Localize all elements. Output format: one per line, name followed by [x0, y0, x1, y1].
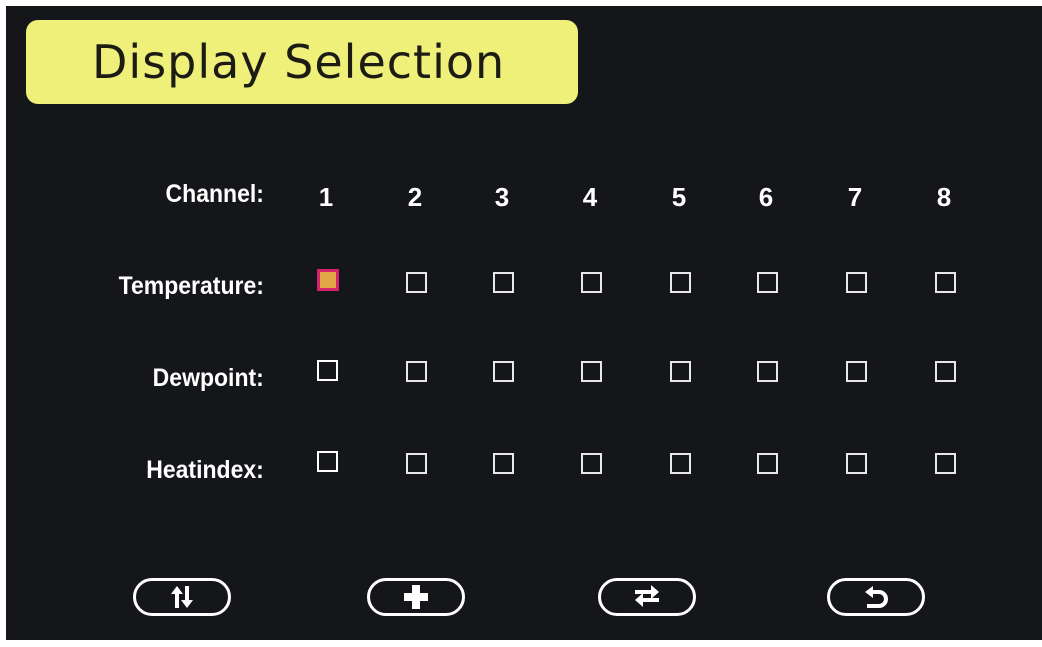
- channel-number: 1: [318, 182, 334, 212]
- temperature-channel-6-checkbox[interactable]: [757, 272, 778, 293]
- swap-button[interactable]: [598, 578, 696, 616]
- temperature-channel-8-checkbox[interactable]: [935, 272, 956, 293]
- temperature-channel-2-checkbox[interactable]: [406, 272, 427, 293]
- return-button[interactable]: [827, 578, 925, 616]
- temperature-channel-7-checkbox[interactable]: [846, 272, 867, 293]
- heatindex-channel-4-checkbox[interactable]: [581, 453, 602, 474]
- up-down-arrows-icon: [167, 584, 197, 610]
- add-button[interactable]: [367, 578, 465, 616]
- dewpoint-channel-3-checkbox[interactable]: [493, 361, 514, 382]
- dewpoint-channel-6-checkbox[interactable]: [757, 361, 778, 382]
- swap-arrows-icon: [631, 585, 663, 609]
- return-arrow-icon: [861, 584, 891, 610]
- dewpoint-channel-7-checkbox[interactable]: [846, 361, 867, 382]
- channel-number: 5: [671, 182, 687, 212]
- channel-number: 2: [407, 182, 423, 212]
- channel-number: 3: [494, 182, 510, 212]
- display-selection-screen: Display Selection Channel: 1 2 3 4 5 6 7…: [6, 6, 1042, 640]
- heatindex-channel-8-checkbox[interactable]: [935, 453, 956, 474]
- heatindex-channel-2-checkbox[interactable]: [406, 453, 427, 474]
- channel-number: 6: [758, 182, 774, 212]
- dewpoint-channel-8-checkbox[interactable]: [935, 361, 956, 382]
- temperature-channel-1-checkbox[interactable]: [317, 269, 339, 291]
- dewpoint-channel-4-checkbox[interactable]: [581, 361, 602, 382]
- channel-number: 4: [582, 182, 598, 212]
- navigate-button[interactable]: [133, 578, 231, 616]
- row-label-heatindex: Heatindex:: [146, 456, 264, 484]
- temperature-channel-4-checkbox[interactable]: [581, 272, 602, 293]
- heatindex-channel-1-checkbox[interactable]: [317, 451, 338, 472]
- temperature-channel-3-checkbox[interactable]: [493, 272, 514, 293]
- dewpoint-channel-5-checkbox[interactable]: [670, 361, 691, 382]
- heatindex-channel-3-checkbox[interactable]: [493, 453, 514, 474]
- row-label-dewpoint: Dewpoint:: [152, 364, 264, 392]
- heatindex-channel-5-checkbox[interactable]: [670, 453, 691, 474]
- channel-header-label: Channel:: [165, 180, 264, 208]
- channel-selection-grid: Channel: 1 2 3 4 5 6 7 8 Temperature: De…: [6, 6, 1042, 640]
- dewpoint-channel-1-checkbox[interactable]: [317, 360, 338, 381]
- row-label-temperature: Temperature:: [118, 272, 264, 300]
- temperature-channel-5-checkbox[interactable]: [670, 272, 691, 293]
- dewpoint-channel-2-checkbox[interactable]: [406, 361, 427, 382]
- channel-number: 7: [847, 182, 863, 212]
- heatindex-channel-7-checkbox[interactable]: [846, 453, 867, 474]
- channel-number: 8: [936, 182, 952, 212]
- heatindex-channel-6-checkbox[interactable]: [757, 453, 778, 474]
- plus-icon: [402, 583, 430, 611]
